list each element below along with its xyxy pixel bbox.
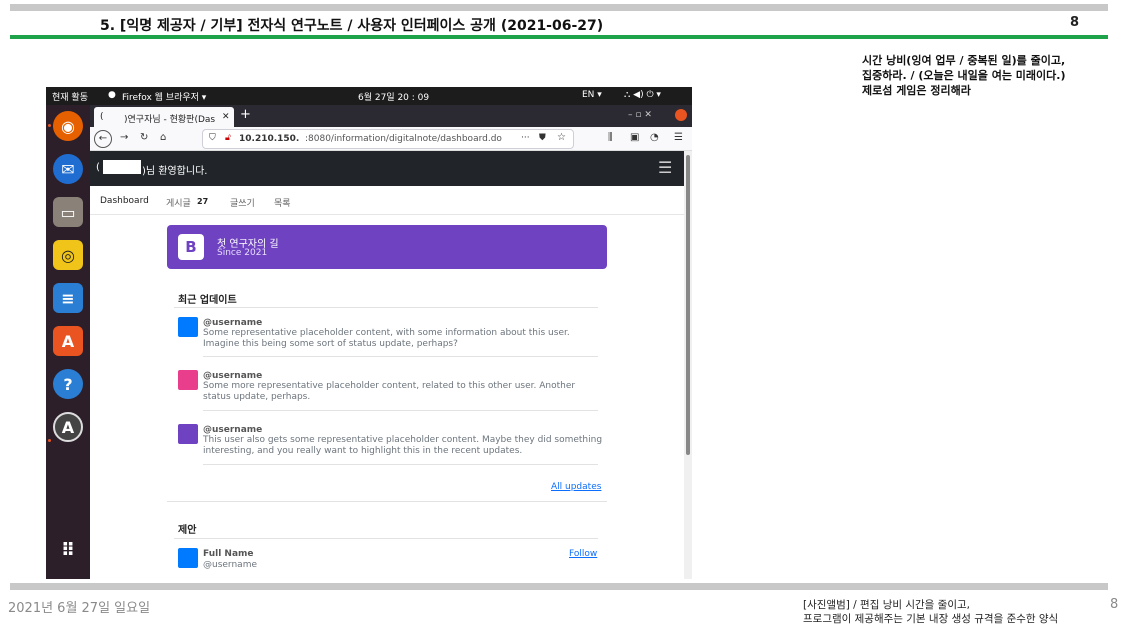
suggestion-username: @username xyxy=(203,560,257,570)
new-tab-button[interactable]: + xyxy=(240,107,251,122)
firefox-icon[interactable]: ◉ xyxy=(53,111,83,141)
forward-button[interactable]: → xyxy=(120,132,128,143)
tab-title: )연구자님 - 현황판(Das xyxy=(124,115,216,125)
help-icon[interactable]: ? xyxy=(53,369,83,399)
back-button[interactable]: ← xyxy=(94,130,112,148)
footer-note-line: 프로그램이 제공해주는 기본 내장 생성 규격을 준수한 양식 xyxy=(803,613,1059,625)
slide-number-bottom: 8 xyxy=(1110,597,1119,612)
nav-list[interactable]: 목록 xyxy=(274,196,291,209)
bookmark-star-icon[interactable]: ☆ xyxy=(557,132,566,143)
follow-link[interactable]: Follow xyxy=(569,549,597,559)
footer-note: [사진앨범] / 편집 낭비 시간을 줄이고, 프로그램이 제공해주는 기본 내… xyxy=(803,598,1058,626)
menu-icon[interactable]: ☰ xyxy=(674,132,683,143)
update-username: @username xyxy=(203,371,263,381)
divider xyxy=(174,307,598,308)
window-controls[interactable]: – ▫ ✕ xyxy=(628,110,652,120)
avatar xyxy=(178,370,198,390)
welcome-prefix: ( xyxy=(96,162,100,173)
bootstrap-logo-icon: B xyxy=(178,234,204,260)
update-username: @username xyxy=(203,318,263,328)
thunderbird-icon[interactable]: ✉ xyxy=(53,154,83,184)
account-icon[interactable]: ◔ xyxy=(650,132,659,143)
nav-write[interactable]: 글쓰기 xyxy=(230,196,255,209)
url-bar[interactable]: ⛉ 🔓︎ 10.210.150. :8080/information/digit… xyxy=(202,129,574,149)
suggestion-name: Full Name xyxy=(203,549,254,559)
all-updates-link[interactable]: All updates xyxy=(551,482,601,492)
hamburger-menu-icon[interactable]: ☰ xyxy=(658,158,672,177)
tab-title-prefix: ( xyxy=(100,112,104,122)
app-menu[interactable]: Firefox 웹 브라우저 ▾ xyxy=(122,90,206,103)
card-divider xyxy=(167,501,607,502)
tab-close-icon[interactable]: ✕ xyxy=(222,112,230,122)
side-note-line: 집중하라. / (오늘은 내일을 여는 미래이다.) xyxy=(862,69,1066,82)
bottom-divider xyxy=(10,583,1108,590)
firefox-small-icon: ● xyxy=(108,90,116,100)
updater-icon[interactable]: A xyxy=(53,412,83,442)
navigation-bar: ← → ↻ ⌂ ⛉ 🔓︎ 10.210.150. :8080/informati… xyxy=(90,127,692,151)
dock: ◉ ✉ ▭ ◎ ≡ A ? A ⠿ xyxy=(46,105,90,579)
language-indicator[interactable]: EN ▾ xyxy=(582,90,602,100)
running-indicator xyxy=(48,124,51,127)
page-actions-icon[interactable]: ··· xyxy=(521,133,530,143)
side-note: 시간 낭비(잉여 업무 / 중복된 일)를 줄이고, 집중하라. / (오늘은 … xyxy=(862,53,1066,98)
insecure-lock-icon[interactable]: 🔓︎ xyxy=(225,133,231,143)
update-text: Some more representative placeholder con… xyxy=(203,381,576,402)
divider xyxy=(203,410,598,411)
side-note-line: 제로섬 게임은 정리해라 xyxy=(862,84,971,97)
library-icon[interactable]: ⫼ xyxy=(608,132,613,143)
posts-count-badge: 27 xyxy=(197,197,209,206)
redacted-name xyxy=(103,160,141,174)
pocket-icon[interactable]: ⛊ xyxy=(539,133,546,143)
divider xyxy=(174,538,598,539)
url-host: 10.210.150. xyxy=(239,134,300,144)
update-text: This user also gets some representative … xyxy=(203,435,603,456)
home-icon[interactable]: ⌂ xyxy=(160,132,166,143)
side-note-line: 시간 낭비(잉여 업무 / 중복된 일)를 줄이고, xyxy=(862,54,1066,67)
writer-icon[interactable]: ≡ xyxy=(53,283,83,313)
gnome-top-bar: 현재 활동 ● Firefox 웹 브라우저 ▾ 6월 27일 20 : 09 … xyxy=(46,87,692,105)
software-icon[interactable]: A xyxy=(53,326,83,356)
update-username: @username xyxy=(203,425,263,435)
web-page: ( )님 환영합니다. ☰ Dashboard 게시글 27 글쓰기 목록 B … xyxy=(90,151,684,579)
avatar xyxy=(178,424,198,444)
top-divider xyxy=(10,4,1108,11)
clock[interactable]: 6월 27일 20 : 09 xyxy=(358,90,429,103)
app-grid-icon[interactable]: ⠿ xyxy=(53,535,83,565)
running-indicator xyxy=(48,439,51,442)
reload-icon[interactable]: ↻ xyxy=(140,132,148,143)
updates-title: 최근 업데이트 xyxy=(178,295,237,306)
footer-date: 2021년 6월 27일 일요일 xyxy=(8,601,151,616)
hero-banner: B 첫 연구자의 길 Since 2021 xyxy=(167,225,607,269)
rhythmbox-icon[interactable]: ◎ xyxy=(53,240,83,270)
banner-subtitle: Since 2021 xyxy=(217,248,268,258)
sidebar-icon[interactable]: ▣ xyxy=(630,132,639,143)
avatar xyxy=(178,548,198,568)
tab-bar: ( )연구자님 - 현황판(Das ✕ + – ▫ ✕ xyxy=(90,105,692,127)
nav-posts[interactable]: 게시글 xyxy=(166,196,191,209)
window-close-icon[interactable] xyxy=(675,109,687,121)
divider xyxy=(203,464,598,465)
slide-number-top: 8 xyxy=(1070,15,1080,30)
divider xyxy=(203,356,598,357)
activities-button[interactable]: 현재 활동 xyxy=(52,90,88,103)
browser-screenshot: 현재 활동 ● Firefox 웹 브라우저 ▾ 6월 27일 20 : 09 … xyxy=(46,87,692,579)
update-text: Some representative placeholder content,… xyxy=(203,328,570,349)
active-tab[interactable]: ( )연구자님 - 현황판(Das ✕ xyxy=(94,107,234,127)
url-path: :8080/information/digitalnote/dashboard.… xyxy=(305,134,502,144)
suggestions-title: 제안 xyxy=(178,525,197,536)
shield-icon[interactable]: ⛉ xyxy=(209,133,216,143)
nav-dashboard[interactable]: Dashboard xyxy=(100,196,149,206)
welcome-text: )님 환영합니다. xyxy=(142,166,208,177)
page-header: ( )님 환영합니다. ☰ xyxy=(90,151,684,186)
sub-navigation: Dashboard 게시글 27 글쓰기 목록 xyxy=(90,186,684,215)
system-tray[interactable]: ⛬ ◀) ⏻ ▾ xyxy=(624,90,661,100)
avatar xyxy=(178,317,198,337)
title-underline xyxy=(10,35,1108,39)
scrollbar-thumb[interactable] xyxy=(686,155,690,455)
files-icon[interactable]: ▭ xyxy=(53,197,83,227)
slide-title: 5. [익명 제공자 / 기부] 전자식 연구노트 / 사용자 인터페이스 공개… xyxy=(100,18,604,34)
firefox-window: ( )연구자님 - 현황판(Das ✕ + – ▫ ✕ ← → ↻ ⌂ ⛉ 🔓︎… xyxy=(90,105,692,579)
footer-note-line: [사진앨범] / 편집 낭비 시간을 줄이고, xyxy=(803,599,970,611)
